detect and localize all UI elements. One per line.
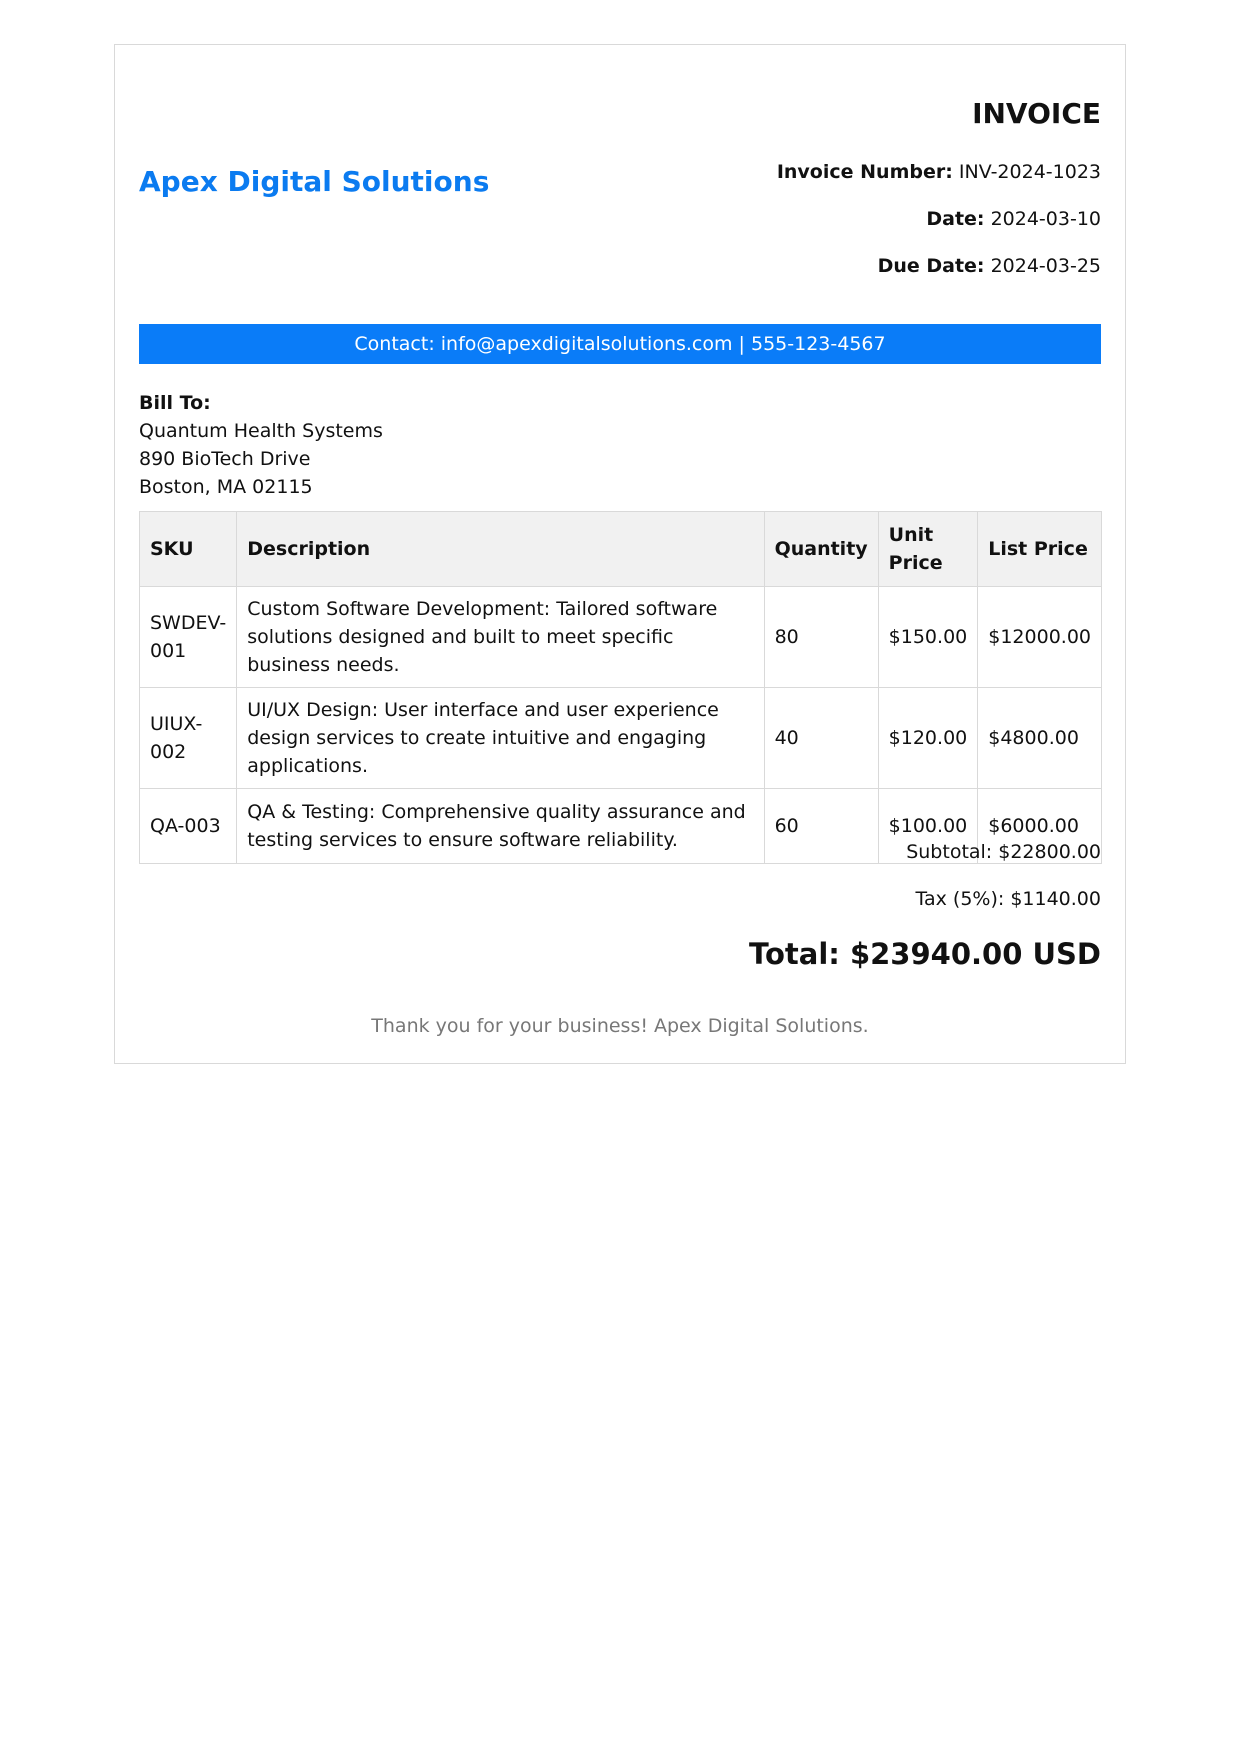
cell-sku: SWDEV-001 [138, 586, 238, 688]
bill-to-label: Bill To: [139, 392, 211, 414]
bill-to-block: Bill To: Quantum Health Systems 890 BioT… [139, 389, 383, 501]
invoice-number-label: Invoice Number: [776, 161, 953, 183]
cell-quantity: 60 [763, 788, 879, 864]
bill-to-street: 890 BioTech Drive [139, 448, 311, 470]
header-sku: SKU [138, 511, 238, 587]
invoice-date-label: Date: [926, 208, 985, 230]
invoice-number-value: INV-2024-1023 [958, 161, 1101, 183]
cell-sku: UIUX-002 [138, 687, 238, 789]
invoice-due-date-line: Due Date: 2024-03-25 [878, 255, 1101, 277]
total: Total: $23940.00 USD [749, 937, 1101, 971]
table-row: SWDEV-001 Custom Software Development: T… [138, 586, 1102, 688]
table-row: UIUX-002 UI/UX Design: User interface an… [138, 687, 1102, 789]
cell-quantity: 40 [763, 687, 879, 789]
invoice-document: Apex Digital Solutions INVOICE Invoice N… [114, 44, 1126, 1064]
header-description: Description [236, 511, 765, 587]
header-unit-price: Unit Price [877, 511, 979, 587]
cell-unit-price: $150.00 [877, 586, 979, 688]
cell-list-price: $4800.00 [977, 687, 1102, 789]
header-list-price: List Price [977, 511, 1102, 587]
cell-list-price: $12000.00 [977, 586, 1102, 688]
company-name: Apex Digital Solutions [139, 165, 490, 198]
cell-unit-price: $120.00 [877, 687, 979, 789]
bill-to-name: Quantum Health Systems [139, 420, 383, 442]
bill-to-city: Boston, MA 02115 [139, 476, 313, 498]
invoice-content: Apex Digital Solutions INVOICE Invoice N… [138, 45, 1102, 1037]
header-quantity: Quantity [763, 511, 879, 587]
invoice-date-line: Date: 2024-03-10 [926, 208, 1101, 230]
footer-note: Thank you for your business! Apex Digita… [371, 1015, 869, 1037]
subtotal: Subtotal: $22800.00 [906, 841, 1101, 863]
invoice-date-value: 2024-03-10 [990, 208, 1101, 230]
invoice-due-date-label: Due Date: [877, 255, 985, 277]
contact-bar: Contact: info@apexdigitalsolutions.com |… [139, 324, 1101, 364]
table-header-row: SKU Description Quantity Unit Price List… [138, 511, 1102, 587]
invoice-number-line: Invoice Number: INV-2024-1023 [777, 161, 1101, 183]
cell-description: Custom Software Development: Tailored so… [236, 586, 765, 688]
line-items-table: SKU Description Quantity Unit Price List… [138, 511, 1102, 864]
cell-description: UI/UX Design: User interface and user ex… [236, 687, 765, 789]
cell-quantity: 80 [763, 586, 879, 688]
invoice-title: INVOICE [972, 97, 1101, 130]
tax: Tax (5%): $1140.00 [915, 888, 1101, 910]
invoice-header: Apex Digital Solutions INVOICE Invoice N… [139, 45, 1101, 325]
cell-description: QA & Testing: Comprehensive quality assu… [236, 788, 765, 864]
cell-sku: QA-003 [138, 788, 238, 864]
invoice-due-date-value: 2024-03-25 [990, 255, 1101, 277]
